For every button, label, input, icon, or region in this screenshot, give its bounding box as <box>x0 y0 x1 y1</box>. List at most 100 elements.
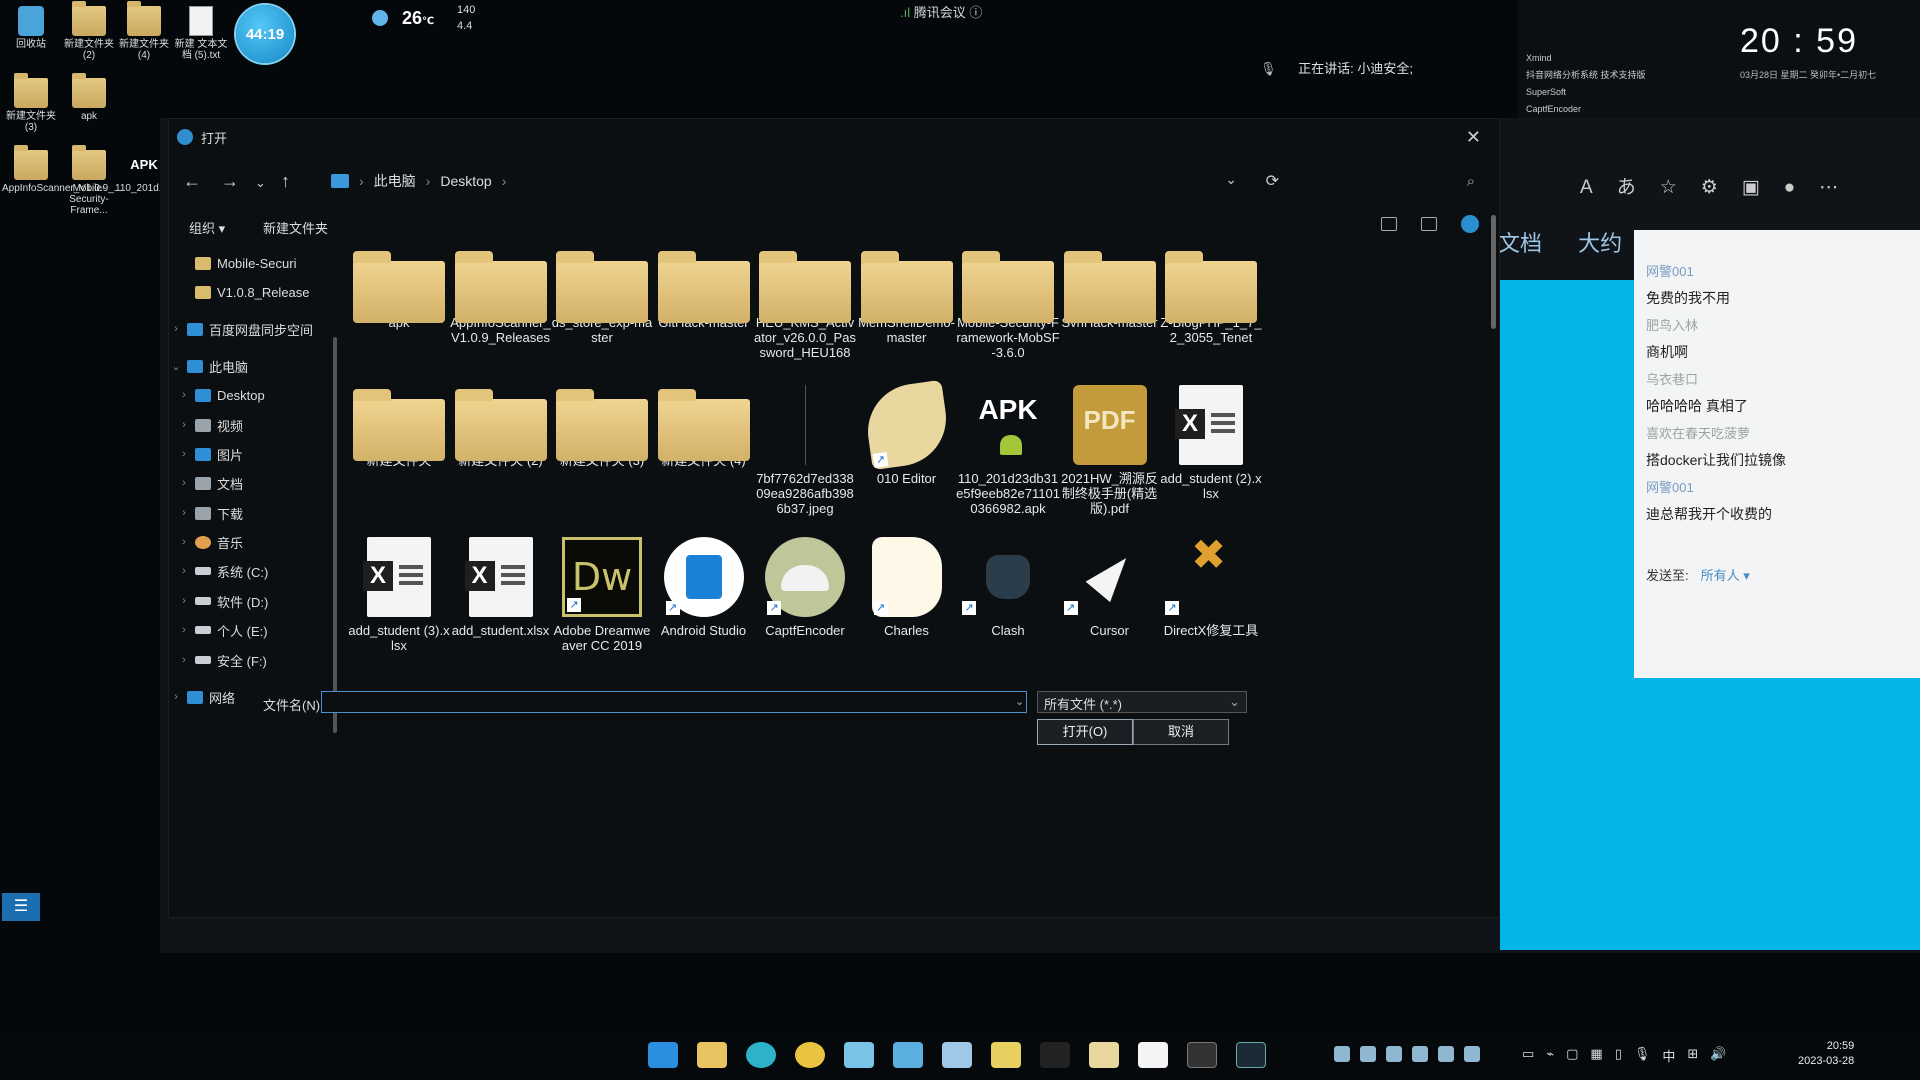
taskbar-clock[interactable]: 20:59 2023-03-28 <box>1798 1039 1854 1069</box>
sidebar-item[interactable]: › 个人 (E:) <box>169 618 329 642</box>
desktop-icon[interactable]: 新建 文本文档 (5).txt <box>172 6 230 61</box>
chevron-right-icon[interactable]: › <box>169 323 183 335</box>
breadcrumb-desktop[interactable]: Desktop <box>440 173 491 189</box>
sidebar-item[interactable]: › 下载 <box>169 501 329 525</box>
notification-icon[interactable]: ▭ <box>1522 1046 1534 1065</box>
file-item[interactable]: Mobile-Security-Framework-MobSF-3.6.0 <box>956 247 1060 360</box>
chevron-right-icon[interactable]: › <box>177 389 191 401</box>
pinned-app[interactable]: 抖音网络分析系统 技术支持版 <box>1526 67 1646 84</box>
back-arrow-icon[interactable]: ← <box>183 171 201 192</box>
file-item[interactable]: 新建文件夹 (2) <box>449 385 553 468</box>
device-icon[interactable]: ▯ <box>1615 1046 1622 1065</box>
system-status[interactable]: ▭ ⌁ ▢ ▦ ▯ 🎙 中 ⊞ 🔊 <box>1522 1046 1727 1065</box>
recent-chevron-icon[interactable]: ⌄ <box>255 175 266 191</box>
sidebar-item[interactable]: ⌄ 此电脑 <box>169 354 329 378</box>
info-icon[interactable]: ⓘ <box>969 5 982 20</box>
desktop-icon[interactable]: 新建文件夹 (4) <box>115 1 173 61</box>
new-folder-button[interactable]: 新建文件夹 <box>263 218 328 237</box>
file-item[interactable]: ds_store_exp-master <box>550 247 654 345</box>
file-item[interactable]: PDF 2021HW_溯源反制终极手册(精选版).pdf <box>1058 385 1162 516</box>
system-tray[interactable] <box>1334 1046 1480 1062</box>
edge-icon[interactable] <box>746 1042 776 1068</box>
file-item[interactable]: AppInfoScanner_V1.0.9_Releases <box>449 247 553 345</box>
pinned-app[interactable]: Xmind <box>1526 50 1646 67</box>
file-item[interactable]: ↗ Cursor <box>1058 537 1162 638</box>
breadcrumb-this-pc[interactable]: 此电脑 <box>374 171 416 191</box>
desktop-icon[interactable]: 新建文件夹 (3) <box>2 73 60 133</box>
file-list-scrollbar[interactable] <box>1491 215 1496 329</box>
sidebar-item[interactable]: › 系统 (C:) <box>169 559 329 583</box>
chevron-right-icon[interactable]: › <box>177 507 191 519</box>
window-icon[interactable]: ▢ <box>1566 1046 1578 1065</box>
file-item[interactable]: Z-BlogPHP_1_7_2_3055_Tenet <box>1159 247 1263 345</box>
desktop-icon[interactable]: 回收站 <box>2 6 60 50</box>
file-item[interactable]: APK 110_201d23db31e5f9eeb82e711010366982.… <box>956 385 1060 516</box>
nav-about[interactable]: 大约 <box>1578 231 1622 256</box>
app-icon-1[interactable] <box>844 1042 874 1068</box>
file-item[interactable]: ↗ Clash <box>956 537 1060 638</box>
file-item[interactable]: GitHack-master <box>652 247 756 330</box>
notepad-icon[interactable] <box>942 1042 972 1068</box>
up-arrow-icon[interactable]: ↑ <box>281 171 290 192</box>
refresh-icon[interactable]: ⟳ <box>1266 171 1279 191</box>
open-button[interactable]: 打开(O) <box>1037 719 1133 745</box>
cancel-button[interactable]: 取消 <box>1133 719 1229 745</box>
desktop-icon[interactable]: apk <box>60 73 118 122</box>
sidebar-item[interactable]: Mobile-Securi <box>169 251 329 275</box>
chevron-right-icon[interactable]: › <box>177 595 191 607</box>
file-item[interactable]: apk <box>347 247 451 330</box>
file-item[interactable]: ↗ Android Studio <box>652 537 756 638</box>
preview-pane-icon[interactable] <box>1421 217 1437 231</box>
desktop-icon[interactable]: 新建文件夹 (2) <box>60 1 118 61</box>
ime-indicator[interactable]: 中 <box>1662 1046 1675 1065</box>
chevron-right-icon[interactable]: › <box>177 536 191 548</box>
file-item[interactable]: Xadd_student (3).xlsx <box>347 537 451 653</box>
sidebar-item[interactable]: › 百度网盘同步空间 <box>169 317 329 341</box>
desktop-icon[interactable]: Mobile-Security-Frame... <box>60 145 118 216</box>
change-view-icon[interactable] <box>1381 217 1397 231</box>
chevron-right-icon[interactable]: › <box>177 624 191 636</box>
pinned-app[interactable]: SuperSoft <box>1526 84 1646 101</box>
meeting-timer[interactable]: 44:19 <box>236 5 294 63</box>
filename-input[interactable] <box>321 691 1027 713</box>
file-item[interactable]: MemShellDemo-master <box>855 247 959 345</box>
sidebar-item[interactable]: › Desktop <box>169 383 329 407</box>
sidebar-scrollbar[interactable] <box>333 337 337 733</box>
meeting-title[interactable]: .ıl 腾讯会议 ⓘ <box>900 2 982 21</box>
side-menu-icon[interactable]: ☰ <box>2 893 40 921</box>
app-icon-2[interactable] <box>893 1042 923 1068</box>
file-item[interactable]: 新建文件夹 (3) <box>550 385 654 468</box>
file-item[interactable]: 新建文件夹 (4) <box>652 385 756 468</box>
app-icon-6[interactable] <box>1236 1042 1266 1068</box>
file-explorer-icon[interactable] <box>697 1042 727 1068</box>
app-icon-5[interactable] <box>1089 1042 1119 1068</box>
file-item[interactable]: Xadd_student (2).xlsx <box>1159 385 1263 501</box>
sidebar-item[interactable]: V1.0.8_Release <box>169 280 329 304</box>
sidebar-item[interactable]: › 视频 <box>169 413 329 437</box>
filename-dropdown-icon[interactable]: ⌄ <box>1015 695 1024 708</box>
file-item[interactable]: ↗ DirectX修复工具 <box>1159 537 1263 638</box>
nav-docs[interactable]: 文档 <box>1498 231 1542 256</box>
grid-icon[interactable]: ▦ <box>1590 1046 1602 1065</box>
chrome-icon[interactable] <box>795 1042 825 1068</box>
close-icon[interactable]: ✕ <box>1466 127 1481 148</box>
network-icon[interactable]: ⊞ <box>1687 1046 1698 1065</box>
chevron-right-icon[interactable]: › <box>177 448 191 460</box>
filetype-select[interactable]: 所有文件 (*.*) ⌄ <box>1037 691 1247 713</box>
chevron-right-icon[interactable]: › <box>177 477 191 489</box>
weather-widget[interactable]: 26℃ 140 4.4 <box>372 4 502 36</box>
typora-icon[interactable] <box>1138 1042 1168 1068</box>
file-item[interactable]: Dw ↗ Adobe Dreamweaver CC 2019 <box>550 537 654 653</box>
file-item[interactable]: 新建文件夹 <box>347 385 451 468</box>
chevron-right-icon[interactable]: › <box>169 691 183 703</box>
sidebar-item[interactable]: › 安全 (F:) <box>169 648 329 672</box>
address-dropdown-icon[interactable]: ⌄ <box>1225 171 1237 188</box>
send-to-select[interactable]: 所有人 ▾ <box>1701 568 1750 583</box>
browser-page-nav[interactable]: 文档 大约 <box>1498 226 1652 258</box>
network-share-icon[interactable]: ⌁ <box>1546 1046 1554 1065</box>
start-icon[interactable] <box>648 1042 678 1068</box>
terminal-icon[interactable] <box>1187 1042 1217 1068</box>
sidebar-item[interactable]: › 音乐 <box>169 530 329 554</box>
forward-arrow-icon[interactable]: → <box>221 171 239 192</box>
browser-toolbar[interactable]: Aあ☆⚙▣●⋯ <box>1580 172 1862 199</box>
